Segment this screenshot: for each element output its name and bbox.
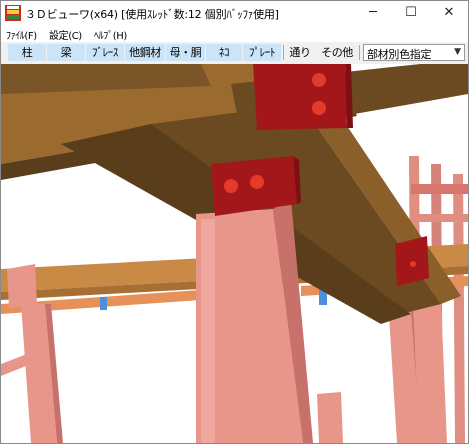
menu-bar: ﾌｧｲﾙ(F) 設定(C) ﾍﾙﾌﾟ(H) xyxy=(1,25,468,42)
menu-help[interactable]: ﾍﾙﾌﾟ(H) xyxy=(94,27,127,42)
window-title: ３Ｄビューワ(x64) [使用ｽﾚｯﾄﾞ数:12 個別ﾊﾞｯﾌｧ使用] xyxy=(25,8,279,21)
3d-viewport[interactable] xyxy=(1,64,468,443)
viewer-window: ３Ｄビューワ(x64) [使用ｽﾚｯﾄﾞ数:12 個別ﾊﾞｯﾌｧ使用] ─ ☐ … xyxy=(0,0,469,444)
toggle-other-steel-button[interactable]: 他鋼材 xyxy=(125,44,165,61)
toolbar-separator xyxy=(359,45,360,60)
menu-file[interactable]: ﾌｧｲﾙ(F) xyxy=(6,27,37,42)
3d-scene xyxy=(1,64,468,443)
toggle-brace-button[interactable]: ﾌﾞﾚｰｽ xyxy=(86,44,124,61)
close-button[interactable]: ✕ xyxy=(430,1,468,25)
toggle-other-button[interactable]: その他 xyxy=(317,44,357,61)
toggle-neko-button[interactable]: ﾈｺ xyxy=(206,44,242,61)
bolt xyxy=(250,175,264,189)
main-column-highlight xyxy=(201,219,215,443)
background-beam xyxy=(411,214,468,222)
left-column-upper xyxy=(7,264,37,308)
toggle-column-button[interactable]: 柱 xyxy=(8,44,46,61)
toggle-beam-button[interactable]: 梁 xyxy=(47,44,85,61)
bolt xyxy=(312,73,326,87)
toggle-grid-lines-button[interactable]: 通り xyxy=(285,44,315,61)
bolt xyxy=(224,179,238,193)
bolt xyxy=(410,261,416,267)
maximize-button[interactable]: ☐ xyxy=(392,1,430,25)
title-bar[interactable]: ３Ｄビューワ(x64) [使用ｽﾚｯﾄﾞ数:12 個別ﾊﾞｯﾌｧ使用] ─ ☐ … xyxy=(1,1,468,25)
color-mode-select[interactable]: 部材別色指定 ▼ xyxy=(363,44,465,61)
color-mode-value: 部材別色指定 xyxy=(367,48,432,61)
toggle-purlin-girt-button[interactable]: 母・胴 xyxy=(166,44,205,61)
menu-settings[interactable]: 設定(C) xyxy=(49,27,82,42)
bolt xyxy=(312,101,326,115)
clip-marker xyxy=(100,297,107,310)
background-beam xyxy=(411,184,468,194)
top-splice-plate xyxy=(253,64,347,130)
chevron-down-icon: ▼ xyxy=(454,47,461,57)
right-end-plate xyxy=(395,236,429,286)
app-icon xyxy=(5,5,21,21)
toolbar: 柱 梁 ﾌﾞﾚｰｽ 他鋼材 母・胴 ﾈｺ ﾌﾟﾚｰﾄ 通り その他 部材別色指定… xyxy=(1,42,468,65)
right-brace-column xyxy=(413,300,447,443)
toggle-plate-button[interactable]: ﾌﾟﾚｰﾄ xyxy=(243,44,281,61)
toolbar-separator xyxy=(283,45,284,60)
bottom-column xyxy=(317,392,343,443)
minimize-button[interactable]: ─ xyxy=(354,1,392,25)
